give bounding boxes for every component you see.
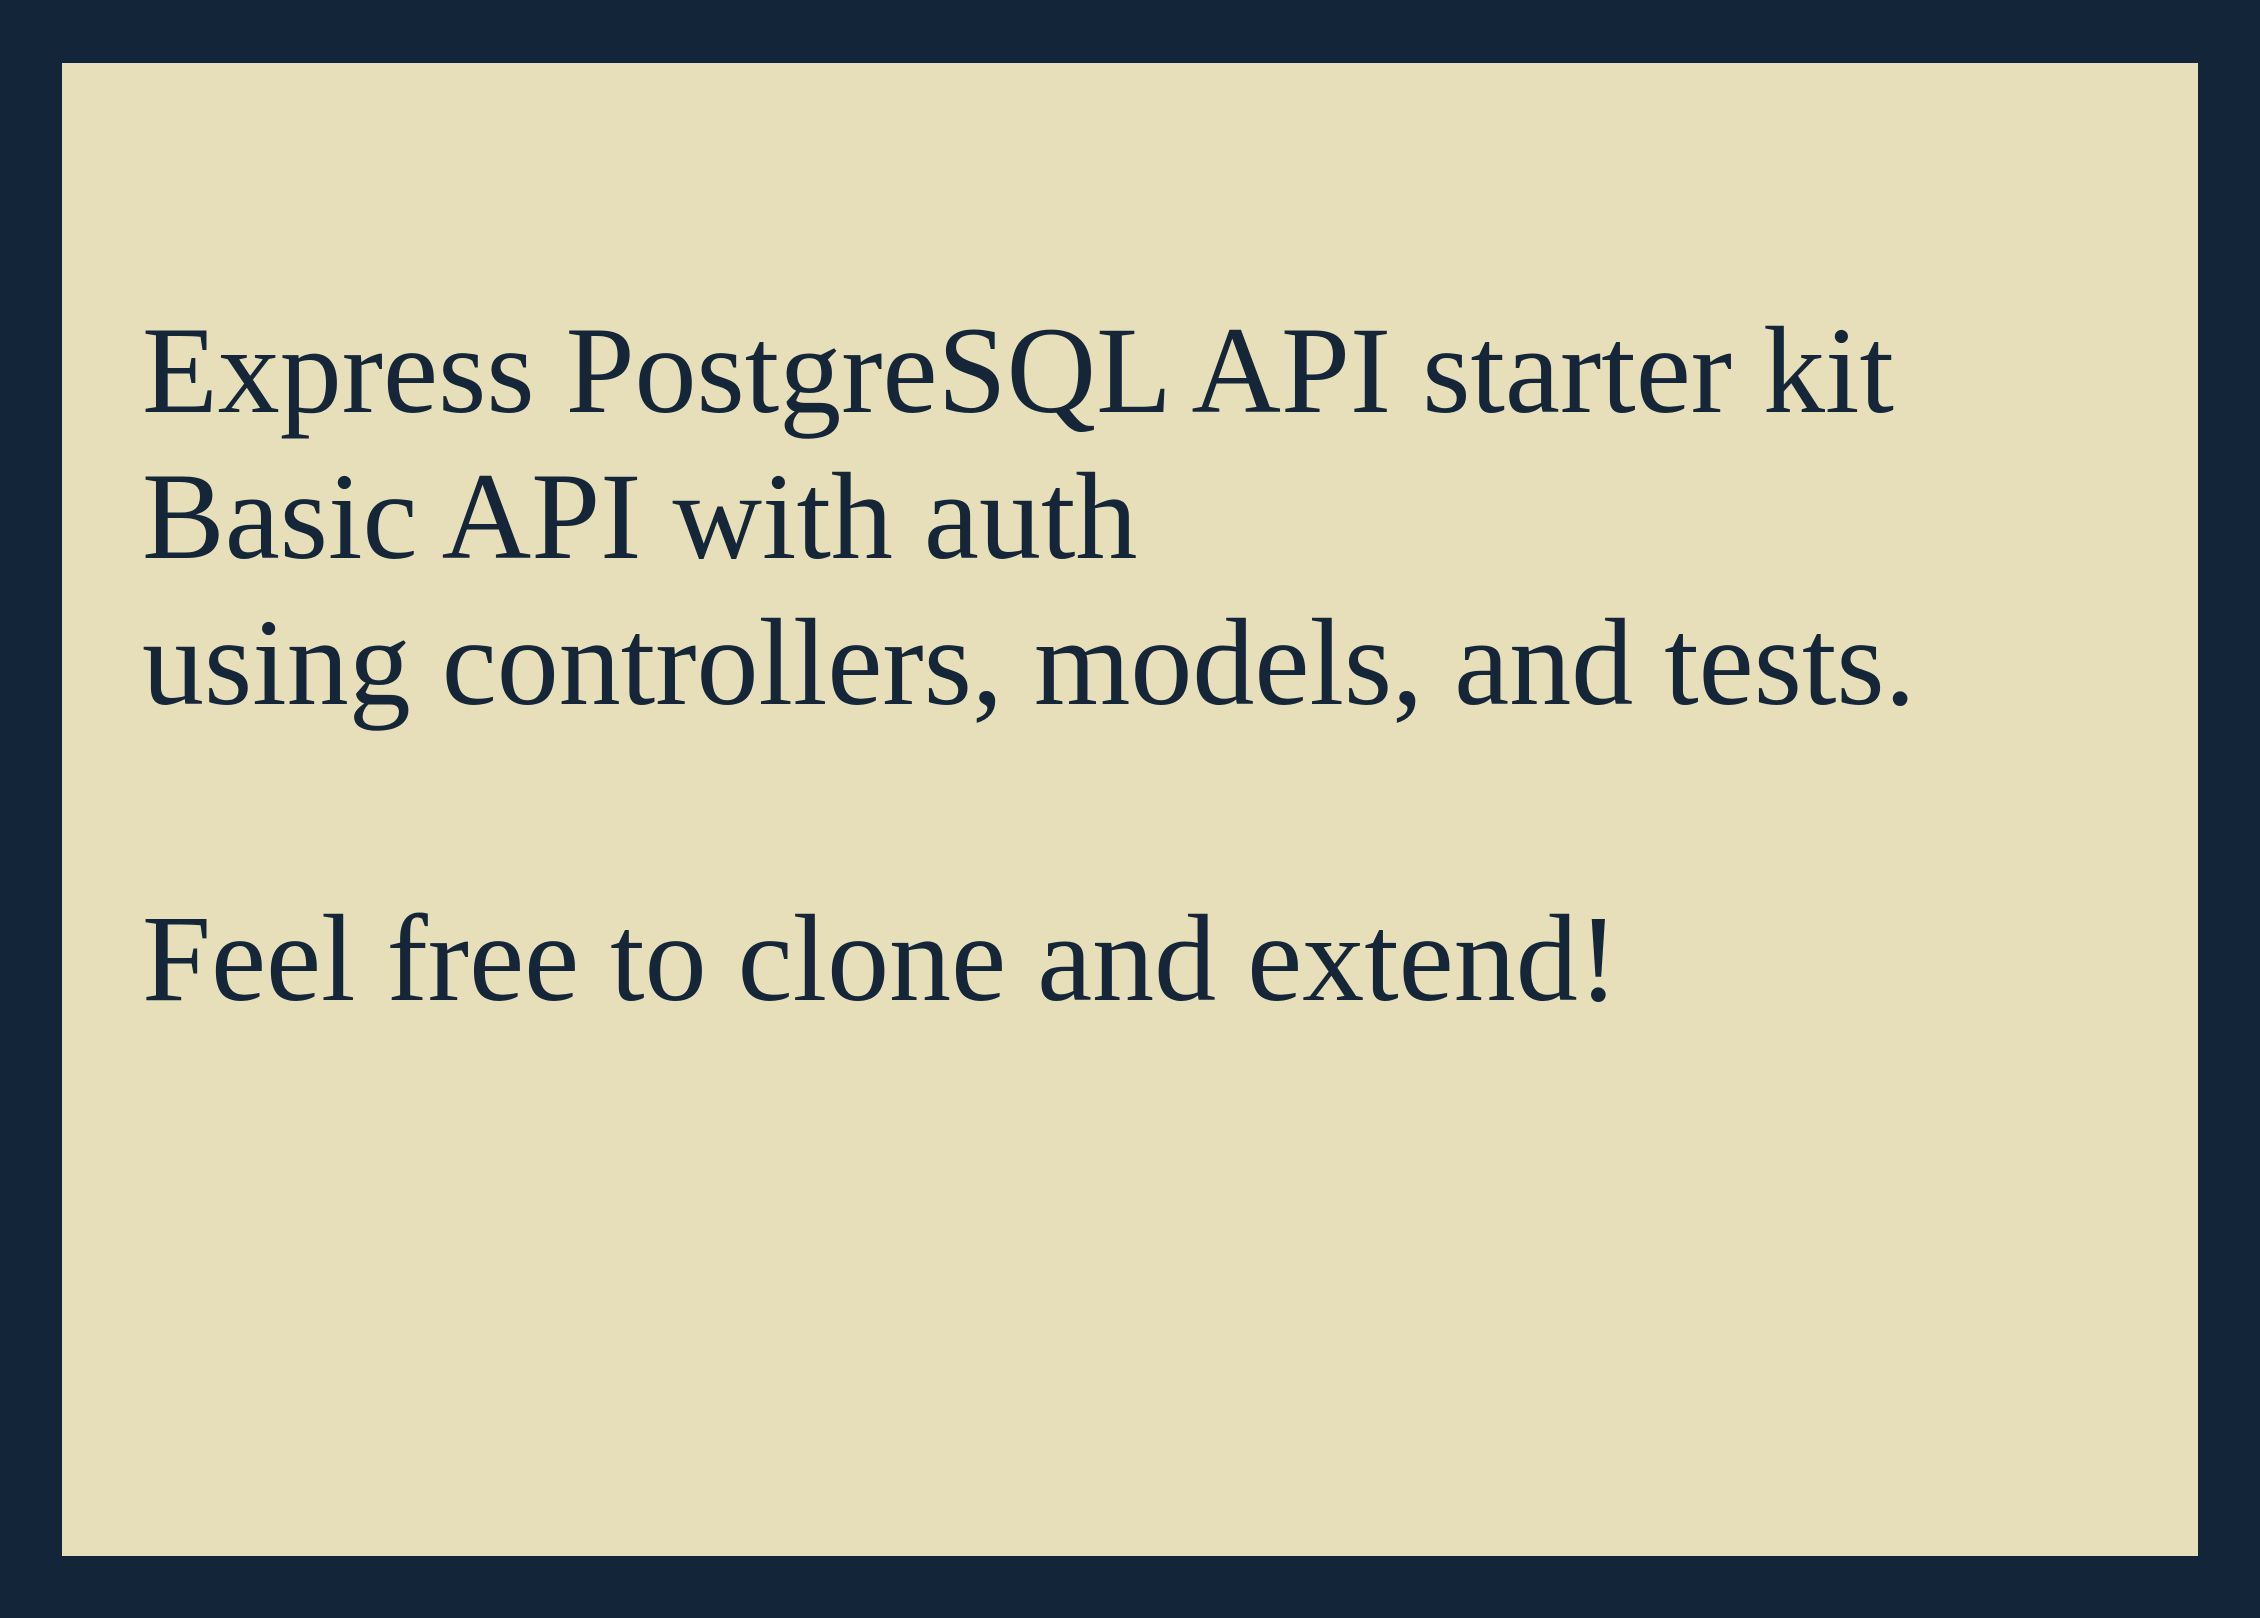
call-to-action-line: Feel free to clone and extend! bbox=[142, 890, 1619, 1027]
card-text: Express PostgreSQL API starter kit Basic… bbox=[142, 298, 2142, 1032]
description-line-1: Basic API with auth bbox=[142, 448, 1138, 585]
readme-card: Express PostgreSQL API starter kit Basic… bbox=[62, 63, 2198, 1556]
title-line: Express PostgreSQL API starter kit bbox=[142, 302, 1894, 439]
description-line-2: using controllers, models, and tests. bbox=[142, 594, 1916, 731]
